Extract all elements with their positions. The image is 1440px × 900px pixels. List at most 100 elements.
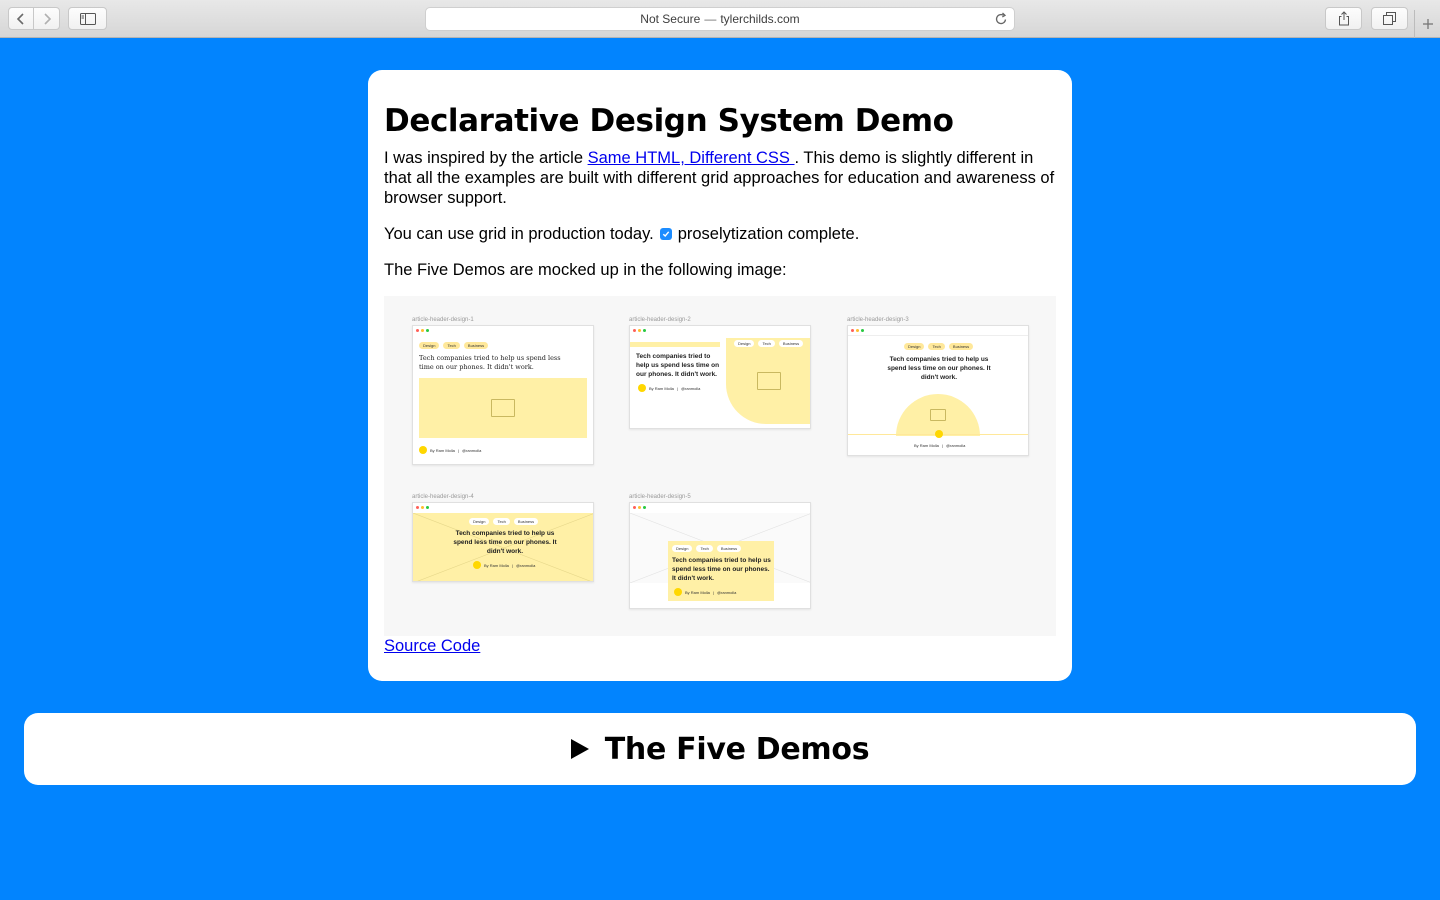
chevron-left-icon	[16, 12, 24, 25]
tab-overview-button[interactable]	[1371, 7, 1408, 30]
domain-label: tylerchilds.com	[720, 12, 800, 26]
avatar	[674, 588, 682, 596]
tag: Tech	[928, 343, 945, 350]
window-dots	[633, 506, 646, 509]
sidebar-toggle-button[interactable]	[68, 7, 107, 30]
byline-handle: @ranmolla	[515, 562, 536, 568]
demo-label: article-header-design-5	[629, 494, 691, 500]
grid-paragraph: You can use grid in production today. pr…	[384, 224, 1056, 244]
page-title: Declarative Design System Demo	[384, 103, 954, 139]
tag: Design	[419, 342, 440, 349]
demo-mockup-5: article-header-design-5 Design Tech Busi…	[629, 493, 811, 609]
tag: Tech	[758, 340, 775, 347]
share-button[interactable]	[1325, 7, 1362, 30]
image-icon	[757, 372, 781, 390]
demos-mockup-image: article-header-design-1 Design Tech Busi…	[384, 296, 1056, 636]
demo-headline: Tech companies tried to help us spend le…	[453, 530, 557, 555]
demo-mockup-3: article-header-design-3 Design Tech Busi…	[847, 316, 1029, 456]
byline: By Ram Molla | @ranmolla	[914, 443, 965, 448]
byline: By Ram Molla | @ranmolla	[638, 384, 700, 392]
tag: Business	[513, 518, 539, 525]
byline-author: By Ram Molla	[430, 447, 455, 453]
avatar	[638, 384, 646, 392]
byline-author: By Ram Molla	[649, 385, 674, 391]
demo-frame: Design Tech Business Tech companies trie…	[412, 502, 594, 582]
tag-list: Design Tech Business	[672, 545, 742, 552]
reload-icon[interactable]	[995, 12, 1008, 26]
image-placeholder	[419, 378, 587, 438]
tabs-icon	[1383, 12, 1396, 25]
demo-frame: Design Tech Business Tech companies trie…	[629, 325, 811, 429]
image-icon	[491, 399, 515, 417]
article-link[interactable]: Same HTML, Different CSS	[588, 149, 795, 167]
tag: Business	[948, 343, 974, 350]
byline-divider: |	[511, 562, 513, 568]
intro-paragraph: I was inspired by the article Same HTML,…	[384, 148, 1056, 208]
tag: Design	[904, 343, 925, 350]
checkbox-checked-icon	[659, 228, 672, 240]
browser-toolbar: Not Secure — tylerchilds.com	[0, 0, 1440, 38]
grid-suffix: proselytization complete.	[677, 225, 860, 243]
byline-handle: @ranmolla	[716, 589, 737, 595]
demo-mockup-4: article-header-design-4 Design Tech Busi…	[412, 493, 594, 582]
tag: Design	[469, 518, 490, 525]
source-code-link[interactable]: Source Code	[384, 636, 480, 656]
byline-handle: @ranmolla	[461, 447, 482, 453]
demo-frame: Design Tech Business Tech companies trie…	[412, 325, 594, 465]
demo-label: article-header-design-3	[847, 317, 909, 323]
chevron-right-icon	[43, 12, 51, 25]
demo-label: article-header-design-1	[412, 317, 474, 323]
disclosure-triangle-icon	[570, 739, 589, 759]
accent-bar	[630, 342, 720, 347]
mock-intro: The Five Demos are mocked up in the foll…	[384, 261, 787, 279]
five-demos-details[interactable]: The Five Demos	[24, 713, 1416, 785]
byline-divider: |	[457, 447, 459, 453]
demo-frame: Design Tech Business Tech companies trie…	[847, 325, 1029, 456]
tag-list: Design Tech Business	[734, 340, 804, 347]
byline-author: By Ram Molla	[685, 589, 710, 595]
tag: Tech	[443, 342, 460, 349]
window-dots	[416, 329, 429, 332]
tag: Business	[716, 545, 742, 552]
demo-headline: Tech companies tried to help us spend le…	[887, 356, 991, 381]
demo-headline: Tech companies tried to help us spend le…	[672, 557, 771, 582]
tag: Design	[672, 545, 693, 552]
back-button[interactable]	[8, 7, 34, 30]
byline-divider: |	[712, 589, 714, 595]
avatar	[473, 561, 481, 569]
nav-buttons	[8, 7, 60, 30]
share-icon	[1338, 11, 1349, 26]
grid-text: You can use grid in production today.	[384, 225, 654, 243]
address-bar[interactable]: Not Secure — tylerchilds.com	[425, 7, 1015, 31]
byline: By Ram Molla | @ranmolla	[674, 588, 736, 596]
tag-list: Design Tech Business	[419, 342, 489, 349]
tag-list: Design Tech Business	[469, 518, 539, 525]
forward-button[interactable]	[34, 7, 60, 30]
tag: Design	[734, 340, 755, 347]
demo-mockup-1: article-header-design-1 Design Tech Busi…	[412, 316, 594, 465]
plus-icon	[1422, 19, 1433, 29]
demo-label: article-header-design-4	[412, 494, 474, 500]
intro-card: Declarative Design System Demo I was ins…	[368, 70, 1072, 681]
byline: By Ram Molla | @ranmolla	[419, 446, 481, 454]
byline-divider: |	[941, 443, 943, 448]
byline-divider: |	[676, 385, 678, 391]
window-dots	[851, 329, 864, 332]
new-tab-button[interactable]	[1414, 10, 1440, 38]
tag: Business	[463, 342, 489, 349]
window-dots	[416, 506, 429, 509]
sidebar-icon	[79, 12, 96, 25]
avatar	[935, 430, 943, 438]
tag-list: Design Tech Business	[904, 343, 974, 350]
intro-text: I was inspired by the article	[384, 149, 588, 167]
demo-frame: Design Tech Business Tech companies trie…	[629, 502, 811, 609]
address-separator: —	[704, 12, 717, 26]
demo-label: article-header-design-2	[629, 317, 691, 323]
demo-headline: Tech companies tried to help us spend le…	[419, 354, 561, 371]
byline-author: By Ram Molla	[484, 562, 509, 568]
tag: Tech	[493, 518, 510, 525]
byline-author: By Ram Molla	[914, 443, 939, 448]
window-dots	[633, 329, 646, 332]
demo-headline: Tech companies tried to help us spend le…	[636, 353, 720, 378]
details-summary[interactable]: The Five Demos	[570, 732, 870, 767]
